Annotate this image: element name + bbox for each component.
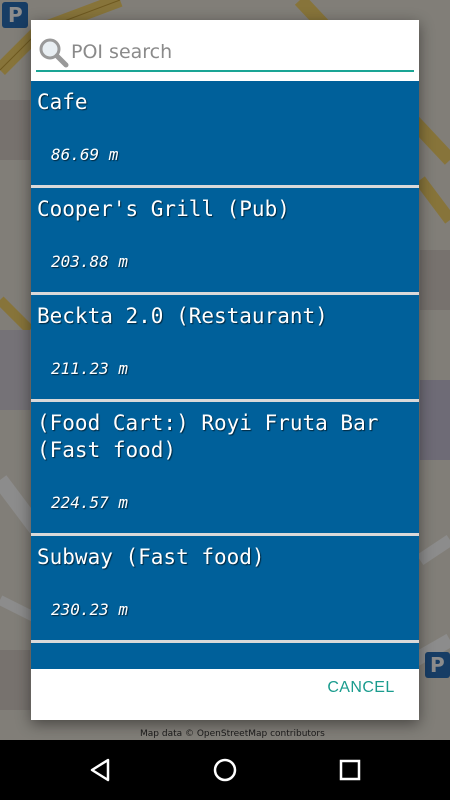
poi-distance: 211.23 m — [51, 359, 129, 378]
recents-icon — [339, 759, 361, 781]
poi-distance: 86.69 m — [51, 145, 119, 164]
poi-name: Beckta 2.0 (Restaurant) — [37, 304, 328, 328]
search-icon — [39, 38, 69, 68]
search-underline — [36, 70, 414, 72]
navigation-bar — [0, 740, 450, 800]
poi-name: Cafe — [37, 90, 88, 114]
list-item[interactable]: Beckta 2.0 (Restaurant) 211.23 m — [31, 295, 419, 399]
list-item[interactable] — [31, 643, 419, 669]
back-button[interactable] — [80, 750, 120, 790]
recents-button[interactable] — [330, 750, 370, 790]
poi-name: (Food Cart:) Royi Fruta Bar (Fast food) — [37, 411, 392, 462]
list-item[interactable]: Subway (Fast food) 230.23 m — [31, 536, 419, 640]
list-item[interactable]: Cafe 86.69 m — [31, 81, 419, 185]
poi-distance: 224.57 m — [51, 493, 129, 512]
back-icon — [90, 758, 110, 782]
poi-name: Subway (Fast food) — [37, 545, 265, 569]
cancel-button[interactable]: CANCEL — [311, 670, 411, 706]
list-item[interactable]: Cooper's Grill (Pub) 203.88 m — [31, 188, 419, 292]
list-item[interactable]: (Food Cart:) Royi Fruta Bar (Fast food) … — [31, 402, 419, 533]
home-icon — [213, 758, 237, 782]
home-button[interactable] — [205, 750, 245, 790]
poi-distance: 203.88 m — [51, 252, 129, 271]
poi-name: Cooper's Grill (Pub) — [37, 197, 290, 221]
poi-search-input[interactable] — [71, 39, 411, 65]
poi-search-dialog: Cafe 86.69 m Cooper's Grill (Pub) 203.88… — [31, 20, 419, 720]
search-bar — [31, 20, 419, 82]
poi-results-list[interactable]: Cafe 86.69 m Cooper's Grill (Pub) 203.88… — [31, 81, 419, 669]
poi-distance: 230.23 m — [51, 600, 129, 619]
